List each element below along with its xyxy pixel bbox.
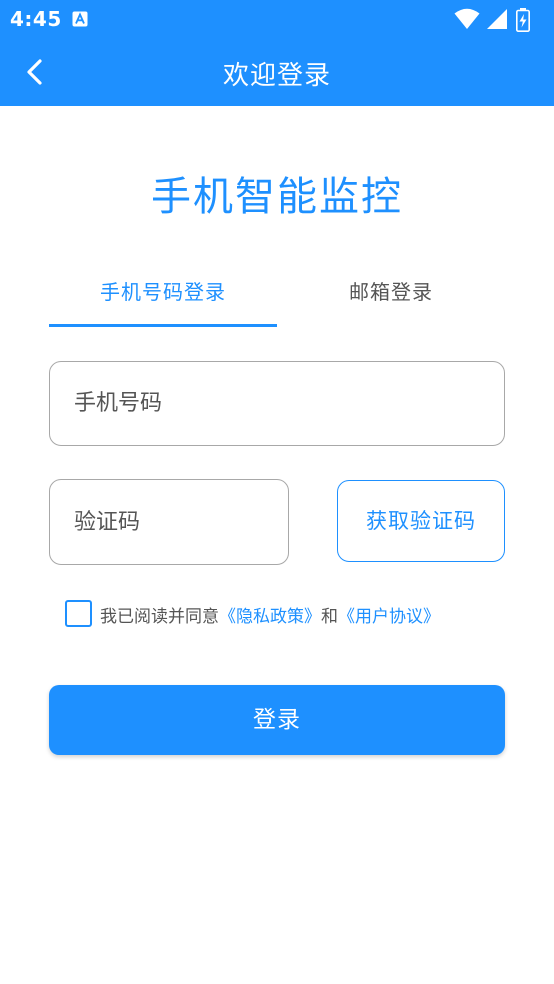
agreement-conjunction: 和 — [321, 607, 338, 627]
status-icons — [454, 8, 544, 32]
tab-phone-login[interactable]: 手机号码登录 — [49, 276, 277, 328]
status-time: 4:45 — [10, 7, 62, 31]
wifi-icon — [454, 8, 480, 29]
verification-code-input[interactable] — [49, 479, 289, 565]
agreement-checkbox[interactable] — [65, 600, 92, 627]
user-agreement-link[interactable]: 《用户协议》 — [338, 607, 440, 627]
status-bar: 4:45 — [0, 0, 554, 38]
tab-email-login[interactable]: 邮箱登录 — [277, 276, 505, 328]
login-screen: 4:45 欢迎登录 手机智能监控 手机号码登录 邮箱登录 手机号码 验证码 获取… — [0, 0, 554, 984]
phone-number-input[interactable] — [49, 361, 505, 446]
app-bar: 欢迎登录 — [0, 38, 554, 106]
get-code-button[interactable]: 获取验证码 — [337, 480, 505, 562]
battery-charging-icon — [516, 8, 530, 32]
app-brand-title: 手机智能监控 — [151, 174, 403, 220]
login-button[interactable]: 登录 — [49, 685, 505, 755]
agreement-text: 我已阅读并同意《隐私政策》和《用户协议》 — [100, 602, 440, 627]
signal-icon — [487, 9, 507, 29]
app-notification-icon — [72, 11, 88, 27]
page-title: 欢迎登录 — [222, 61, 331, 91]
agreement-prefix: 我已阅读并同意 — [100, 607, 219, 627]
privacy-policy-link[interactable]: 《隐私政策》 — [219, 607, 321, 627]
active-tab-indicator — [49, 324, 277, 327]
